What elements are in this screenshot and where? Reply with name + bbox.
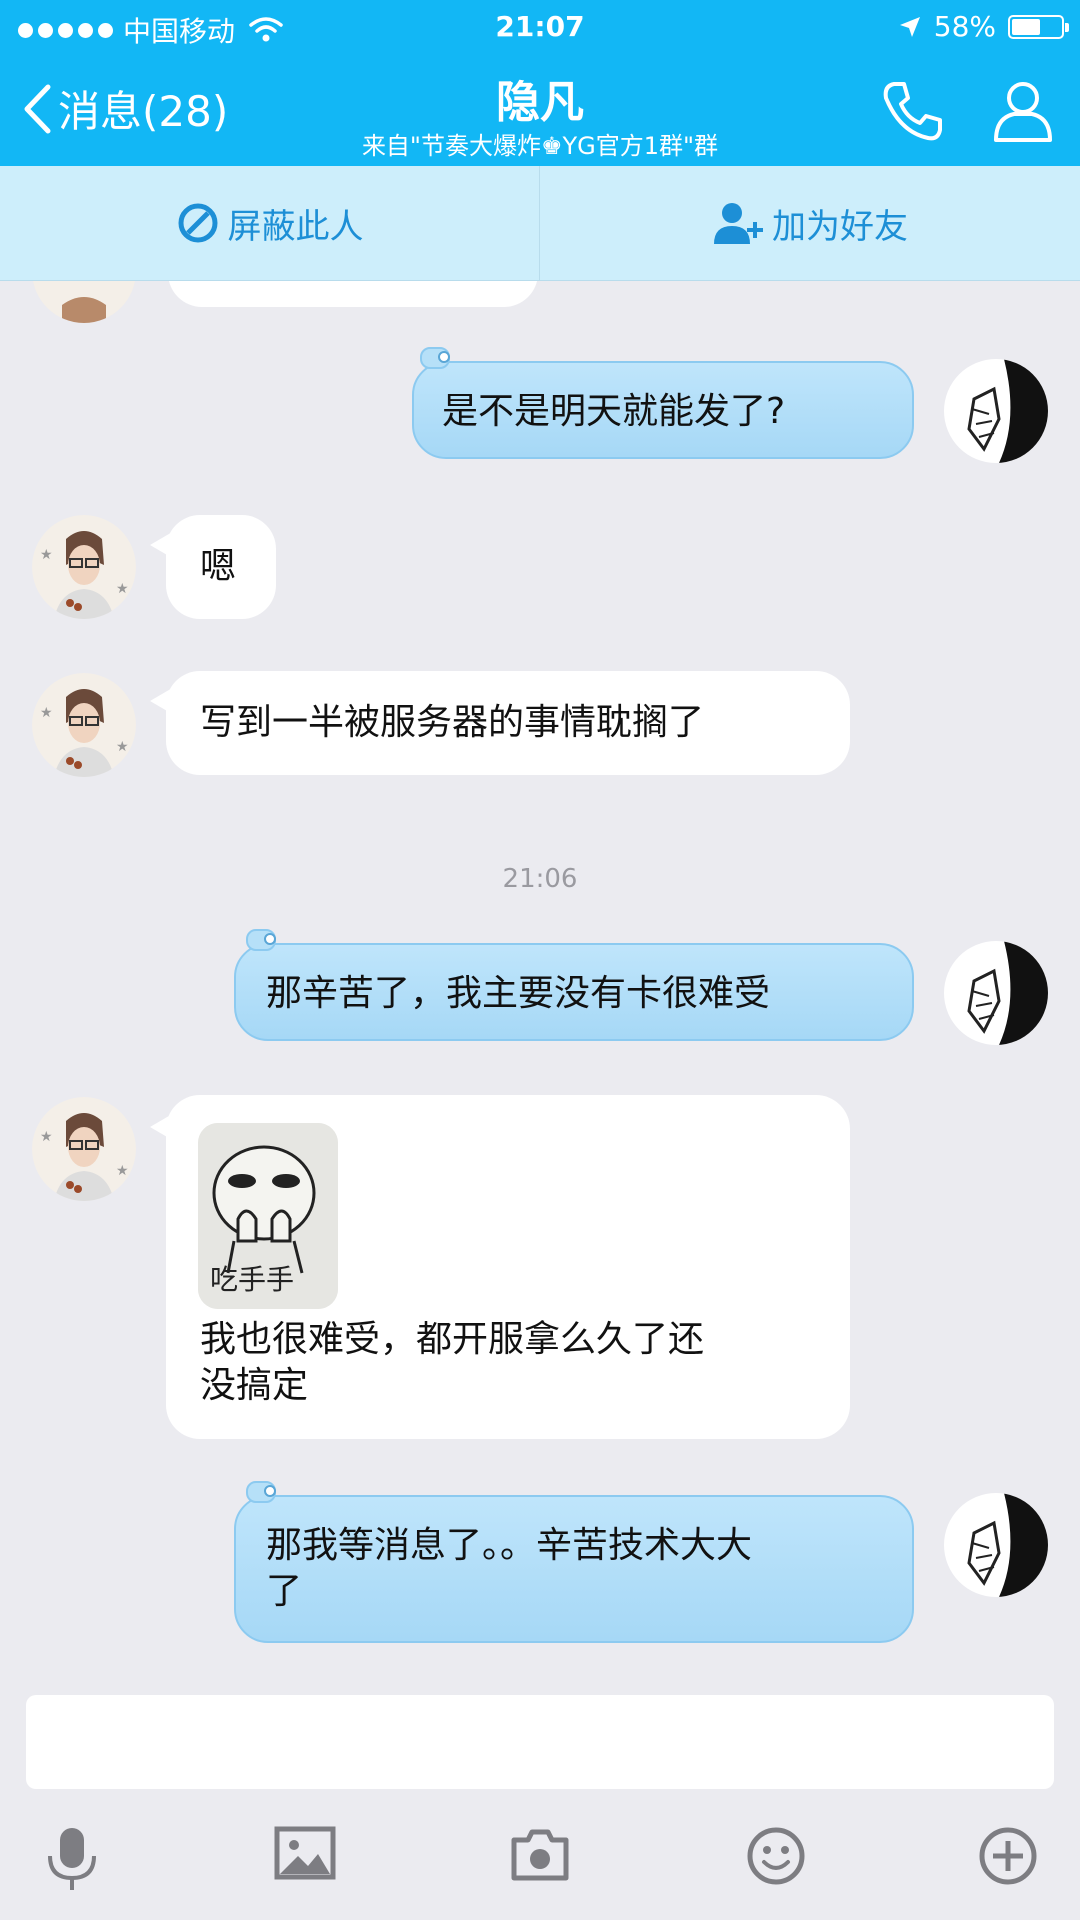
battery-percent: 58% bbox=[933, 10, 996, 43]
block-icon bbox=[178, 203, 217, 243]
profile-button[interactable] bbox=[992, 78, 1054, 148]
message-text: 嗯 bbox=[200, 546, 237, 587]
message-bubble-incoming[interactable]: 写到一半被服务器的事情耽搁了 bbox=[166, 671, 850, 775]
message-bubble-outgoing[interactable]: 那我等消息了。。辛苦技术大大 了 bbox=[234, 1495, 914, 1643]
svg-text:★: ★ bbox=[40, 705, 53, 721]
image-button[interactable] bbox=[274, 1826, 336, 1886]
phone-icon bbox=[883, 82, 942, 141]
phone-call-button[interactable] bbox=[880, 78, 946, 148]
person-icon bbox=[994, 82, 1052, 142]
add-friend-label: 加为好友 bbox=[772, 206, 908, 247]
more-button[interactable] bbox=[978, 1826, 1038, 1890]
my-avatar[interactable] bbox=[944, 941, 1048, 1045]
my-avatar[interactable] bbox=[944, 359, 1048, 463]
contact-avatar[interactable]: ★ ★ bbox=[32, 515, 136, 619]
my-avatar[interactable] bbox=[944, 1493, 1048, 1597]
add-friend-button[interactable]: 加为好友 bbox=[540, 166, 1080, 280]
add-friend-icon bbox=[714, 203, 763, 244]
message-text-line: 我也很难受，都开服拿么久了还 bbox=[200, 1319, 705, 1360]
message-bubble-incoming[interactable]: 嗯 bbox=[166, 515, 276, 619]
emoji-icon bbox=[747, 1827, 805, 1885]
message-text-line: 那我等消息了。。辛苦技术大大 bbox=[266, 1525, 753, 1566]
location-arrow-icon bbox=[899, 16, 920, 37]
contact-avatar[interactable] bbox=[32, 281, 136, 323]
svg-text:★: ★ bbox=[40, 1129, 53, 1145]
camera-icon bbox=[511, 1829, 569, 1881]
bubble-dot bbox=[264, 933, 276, 945]
block-user-label: 屏蔽此人 bbox=[227, 206, 364, 247]
chat-area[interactable]: 是不是明天就能发了? ★ ★ 嗯 ★ ★ 写到一半被服务器的事情耽搁了 21:06 … bbox=[0, 281, 1080, 1688]
message-text-line: 没搞定 bbox=[200, 1365, 309, 1406]
message-text: 是不是明天就能发了? bbox=[442, 391, 786, 432]
svg-text:★: ★ bbox=[116, 1163, 129, 1179]
contact-avatar[interactable]: ★ ★ bbox=[32, 673, 136, 777]
top-bar: 中国移动 21:07 58% 消息(28) 隐凡 来自"节奏大爆炸♚YG官方1群… bbox=[0, 0, 1080, 166]
block-user-button[interactable]: 屏蔽此人 bbox=[0, 166, 540, 280]
status-right: 58% bbox=[898, 10, 1069, 43]
emoji-button[interactable] bbox=[746, 1826, 806, 1890]
message-text: 我也很难受，都开服拿么久了还 没搞定 bbox=[200, 1317, 820, 1409]
bubble-dot bbox=[438, 351, 450, 363]
bubble-dot bbox=[264, 1485, 276, 1497]
camera-button[interactable] bbox=[510, 1826, 570, 1886]
sticker-caption: 吃手手 bbox=[210, 1263, 295, 1296]
message-text-line: 了 bbox=[266, 1571, 303, 1612]
message-text: 写到一半被服务器的事情耽搁了 bbox=[200, 702, 705, 743]
message-bubble-outgoing[interactable]: 是不是明天就能发了? bbox=[412, 361, 914, 459]
battery-icon bbox=[1008, 14, 1069, 39]
svg-text:★: ★ bbox=[116, 739, 129, 755]
contact-avatar[interactable]: ★ ★ bbox=[32, 1097, 136, 1201]
microphone-icon bbox=[48, 1828, 96, 1890]
message-bubble-incoming[interactable]: 吃手手 我也很难受，都开服拿么久了还 没搞定 bbox=[166, 1095, 850, 1439]
plus-icon bbox=[979, 1827, 1037, 1885]
message-timestamp: 21:06 bbox=[502, 864, 578, 894]
svg-text:★: ★ bbox=[116, 581, 129, 597]
message-input[interactable] bbox=[26, 1695, 1054, 1789]
svg-text:★: ★ bbox=[40, 547, 53, 563]
status-bar: 中国移动 21:07 58% bbox=[0, 0, 1080, 54]
action-bar: 屏蔽此人 加为好友 bbox=[0, 166, 1080, 281]
voice-button[interactable] bbox=[44, 1826, 100, 1898]
message-bubble-outgoing[interactable]: 那辛苦了，我主要没有卡很难受 bbox=[234, 943, 914, 1041]
image-icon bbox=[274, 1826, 336, 1880]
bottom-toolbar bbox=[0, 1800, 1080, 1920]
message-bubble-partial[interactable] bbox=[168, 281, 538, 307]
message-text: 那辛苦了，我主要没有卡很难受 bbox=[266, 973, 771, 1014]
sticker-image[interactable]: 吃手手 bbox=[198, 1123, 338, 1309]
